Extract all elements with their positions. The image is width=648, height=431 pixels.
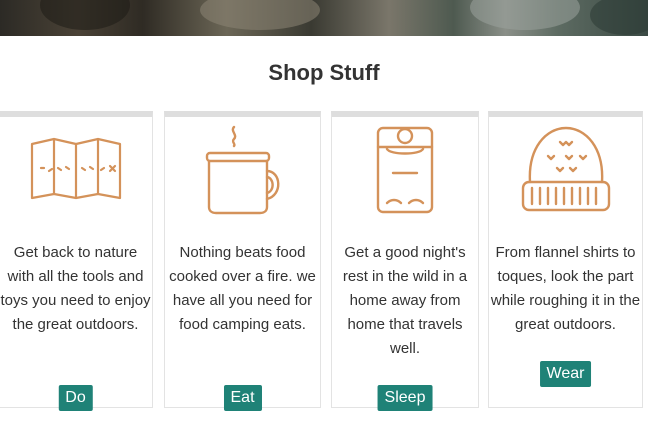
sleep-button[interactable]: Sleep (377, 385, 433, 411)
card-description: From flannel shirts to toques, look the … (490, 244, 641, 333)
map-icon (30, 137, 122, 207)
wear-button[interactable]: Wear (539, 361, 592, 387)
eat-button[interactable]: Eat (223, 385, 262, 411)
sleeping-bag-icon (375, 125, 435, 220)
do-button[interactable]: Do (58, 385, 93, 411)
section-title: Shop Stuff (268, 60, 380, 85)
card-description: Nothing beats food cooked over a fire. w… (169, 244, 316, 333)
mug-icon (203, 125, 283, 220)
beanie-icon (520, 126, 612, 219)
card-eat: Nothing beats food cooked over a fire. w… (164, 111, 321, 411)
card-description: Get back to nature with all the tools an… (0, 244, 151, 333)
card-wear: From flannel shirts to toques, look the … (488, 111, 643, 408)
hero-banner-image (0, 0, 648, 36)
card-do: Get back to nature with all the tools an… (0, 111, 153, 411)
card-description: Get a good night's rest in the wild in a… (342, 244, 468, 357)
card-sleep: Get a good night's rest in the wild in a… (331, 111, 479, 411)
